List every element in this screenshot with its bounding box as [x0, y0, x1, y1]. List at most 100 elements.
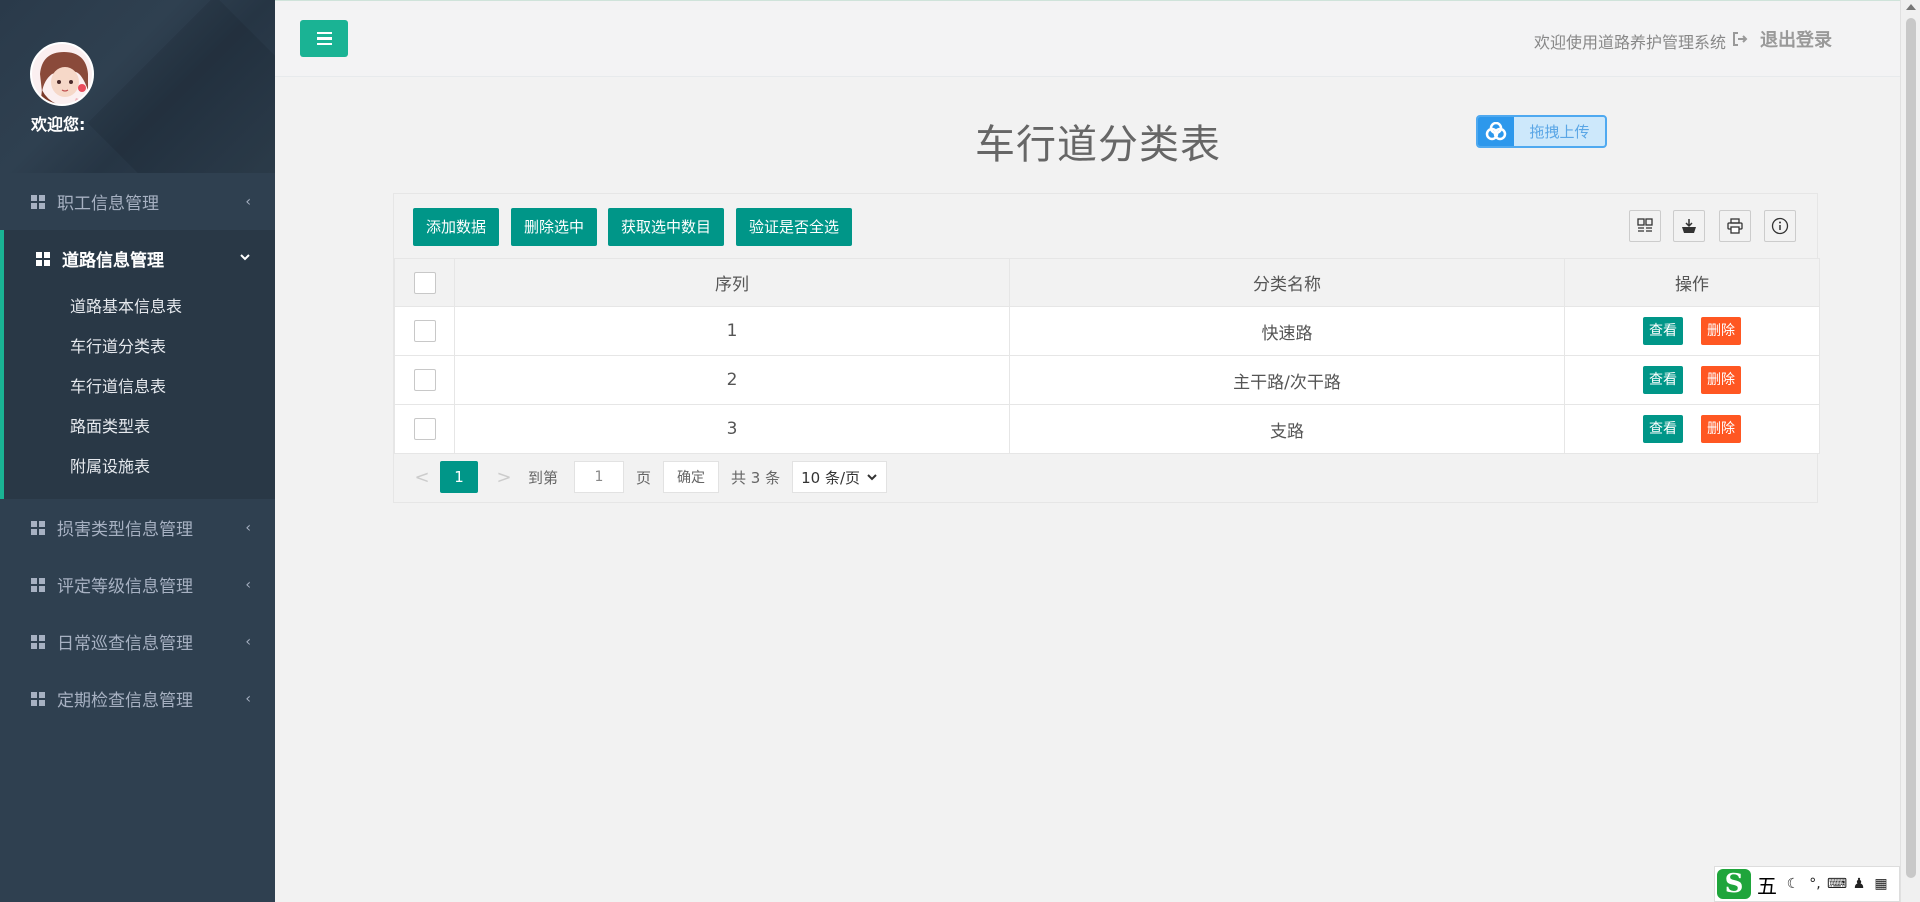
punctuation-icon[interactable]: °,	[1807, 876, 1823, 892]
cell-name: 快速路	[1009, 306, 1565, 356]
add-data-button[interactable]: 添加数据	[413, 208, 500, 246]
column-header-index[interactable]: 序列	[454, 258, 1010, 307]
grid-icon	[31, 577, 45, 592]
sidebar-item-label: 职工信息管理	[57, 194, 159, 214]
sidebar-group-road: 道路信息管理 道路基本信息表 车行道分类表 车行道信息表 路面类型表 附属设施表	[0, 230, 275, 499]
row-checkbox[interactable]	[413, 369, 436, 391]
select-all-checkbox[interactable]	[413, 271, 436, 294]
submenu-road: 道路基本信息表 车行道分类表 车行道信息表 路面类型表 附属设施表	[4, 287, 275, 499]
view-button[interactable]: 查看	[1643, 317, 1683, 345]
select-all-cell	[394, 258, 455, 307]
submenu-item-facilities[interactable]: 附属设施表	[4, 447, 275, 487]
keyboard-icon[interactable]: ⌨	[1827, 876, 1847, 892]
sign-out-icon	[1733, 32, 1748, 46]
chevron-left-icon: ‹	[245, 690, 251, 707]
sidebar-item-label: 评定等级信息管理	[57, 577, 193, 597]
logout-button[interactable]: 退出登录	[1732, 26, 1832, 52]
submenu-item-pavement-type[interactable]: 路面类型表	[4, 407, 275, 447]
delete-button[interactable]: 删除	[1701, 317, 1741, 345]
cell-actions: 查看 删除	[1564, 306, 1820, 356]
table-panel: 添加数据 删除选中 获取选中数目 验证是否全选 序列 分类名称 操作 1 快速路…	[393, 193, 1820, 503]
chevron-left-icon: ‹	[245, 193, 251, 210]
sidebar-item-label: 定期检查信息管理	[57, 691, 193, 711]
page-1-button[interactable]: 1	[440, 461, 478, 493]
cell-index: 3	[454, 404, 1010, 454]
chevron-down-icon	[867, 474, 877, 481]
chevron-down-icon	[239, 251, 251, 267]
drag-upload-button[interactable]: 拖拽上传	[1476, 115, 1607, 148]
welcome-text: 欢迎您:	[31, 115, 86, 134]
view-button[interactable]: 查看	[1643, 415, 1683, 443]
row-checkbox[interactable]	[413, 418, 436, 440]
print-icon[interactable]	[1719, 210, 1751, 242]
sogou-logo-icon[interactable]: S	[1717, 869, 1751, 899]
scroll-up-icon[interactable]	[1906, 4, 1916, 10]
goto-page-input[interactable]	[574, 461, 625, 493]
cloud-icon	[1478, 117, 1514, 146]
grid-icon	[31, 520, 45, 535]
page-size-value: 10 条/页	[801, 468, 861, 487]
total-count: 共 3 条	[731, 468, 781, 487]
cell-actions: 查看 删除	[1564, 355, 1820, 405]
table-row: 2 主干路/次干路 查看 删除	[394, 355, 1820, 405]
user-icon[interactable]: ♟	[1851, 876, 1867, 892]
chevron-left-icon: ‹	[245, 576, 251, 593]
pagination: < 1 > 到第 页 确定 共 3 条 10 条/页	[394, 454, 1817, 500]
vertical-scrollbar[interactable]	[1900, 0, 1920, 902]
apps-icon[interactable]: ▦	[1873, 876, 1889, 892]
sidebar-item-daily-patrol[interactable]: 日常巡查信息管理 ‹	[0, 613, 275, 670]
sidebar-item-periodic-check[interactable]: 定期检查信息管理 ‹	[0, 670, 275, 727]
sidebar-item-rating[interactable]: 评定等级信息管理 ‹	[0, 556, 275, 613]
sidebar-item-label: 道路信息管理	[62, 251, 164, 271]
export-icon[interactable]	[1673, 210, 1705, 242]
page-size-select[interactable]: 10 条/页	[792, 461, 888, 493]
profile-panel: 欢迎您:	[0, 0, 275, 173]
submenu-item-road-basic[interactable]: 道路基本信息表	[4, 287, 275, 327]
sidebar-item-road[interactable]: 道路信息管理	[4, 230, 275, 287]
cell-index: 2	[454, 355, 1010, 405]
cell-name: 支路	[1009, 404, 1565, 454]
scrollbar-thumb[interactable]	[1906, 18, 1916, 878]
cell-actions: 查看 删除	[1564, 404, 1820, 454]
goto-confirm-button[interactable]: 确定	[663, 461, 720, 493]
grid-icon	[36, 251, 50, 266]
cell-index: 1	[454, 306, 1010, 356]
sidebar-item-staff[interactable]: 职工信息管理 ‹	[0, 173, 275, 230]
table-toolbar: 添加数据 删除选中 获取选中数目 验证是否全选	[394, 194, 1817, 258]
grid-icon	[31, 634, 45, 649]
view-button[interactable]: 查看	[1643, 366, 1683, 394]
info-icon[interactable]	[1764, 210, 1796, 242]
delete-button[interactable]: 删除	[1701, 415, 1741, 443]
grid-icon	[31, 194, 45, 209]
top-welcome-text: 欢迎使用道路养护管理系统	[1533, 33, 1726, 52]
delete-button[interactable]: 删除	[1701, 366, 1741, 394]
topbar: 欢迎使用道路养护管理系统 退出登录	[275, 0, 1900, 77]
moon-icon[interactable]: ☾	[1785, 876, 1801, 892]
table-row: 3 支路 查看 删除	[394, 404, 1820, 454]
avatar[interactable]	[30, 42, 94, 106]
ime-mode-indicator[interactable]: 五	[1757, 870, 1777, 899]
verify-all-selected-button[interactable]: 验证是否全选	[736, 208, 853, 246]
cell-name: 主干路/次干路	[1009, 355, 1565, 405]
hamburger-icon	[316, 31, 332, 35]
logout-label: 退出登录	[1760, 30, 1832, 51]
sidebar-item-label: 损害类型信息管理	[57, 520, 193, 540]
page-title: 车行道分类表	[975, 122, 1221, 168]
sidebar: 欢迎您: 职工信息管理 ‹ 道路信息管理 道路基本信息表 车行道分类表 车行道信…	[0, 0, 275, 902]
submenu-item-lane-info[interactable]: 车行道信息表	[4, 367, 275, 407]
table-row: 1 快速路 查看 删除	[394, 306, 1820, 356]
upload-label: 拖拽上传	[1529, 123, 1590, 141]
next-page-button[interactable]: >	[492, 467, 516, 488]
prev-page-button[interactable]: <	[410, 467, 434, 488]
sidebar-item-damage-type[interactable]: 损害类型信息管理 ‹	[0, 499, 275, 556]
menu-toggle-button[interactable]	[300, 20, 348, 57]
column-header-name[interactable]: 分类名称	[1009, 258, 1565, 307]
goto-label: 到第	[528, 468, 559, 487]
delete-selected-button[interactable]: 删除选中	[511, 208, 598, 246]
sidebar-item-label: 日常巡查信息管理	[57, 634, 193, 654]
get-selected-count-button[interactable]: 获取选中数目	[608, 208, 725, 246]
submenu-item-lane-category[interactable]: 车行道分类表	[4, 327, 275, 367]
column-header-actions: 操作	[1564, 258, 1820, 307]
columns-icon[interactable]	[1629, 210, 1661, 242]
row-checkbox[interactable]	[413, 320, 436, 342]
